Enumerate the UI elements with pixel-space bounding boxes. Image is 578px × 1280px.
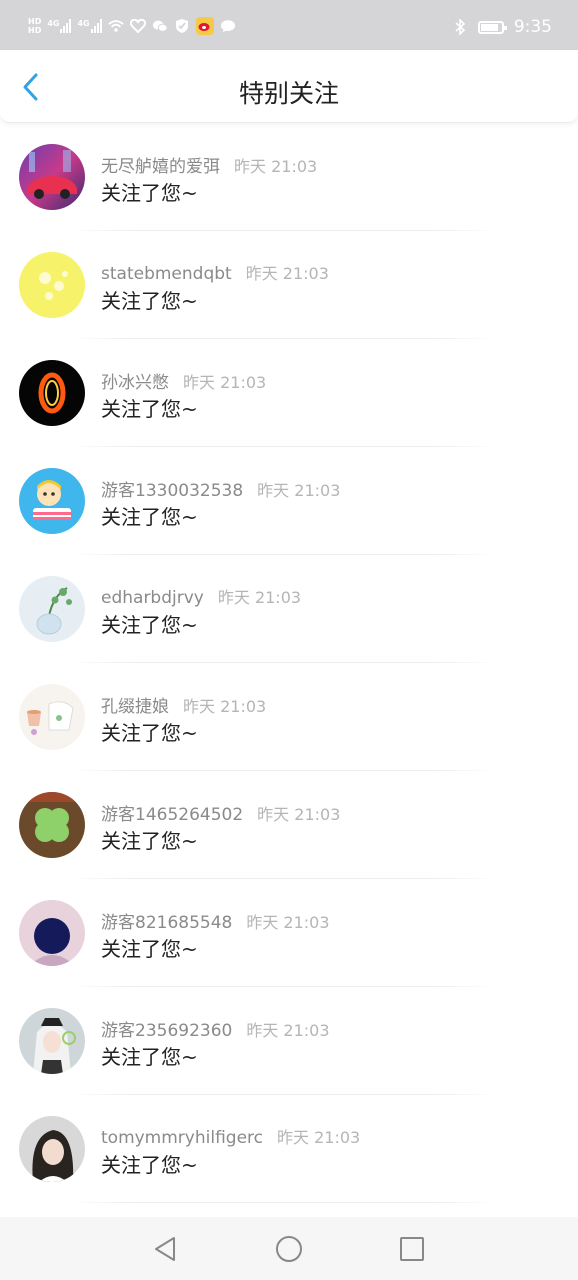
notification-item[interactable]: 游客235692360 昨天 21:03 关注了您~ (0, 987, 578, 1095)
notification-message: 关注了您~ (101, 397, 198, 421)
nav-home-button[interactable] (275, 1235, 303, 1263)
notification-message: 关注了您~ (101, 1045, 198, 1069)
timestamp: 昨天 21:03 (217, 588, 302, 607)
timestamp: 昨天 21:03 (246, 1021, 330, 1040)
signal-2: 4G (77, 19, 102, 33)
heart-app-icon (129, 18, 146, 34)
home-circle-icon (276, 1236, 302, 1262)
timestamp: 昨天 21:03 (245, 264, 329, 283)
recents-square-icon (400, 1237, 424, 1261)
signal-icon (90, 19, 102, 33)
hd-label: HD (28, 17, 42, 26)
page-title: 特别关注 (238, 79, 339, 108)
user-name[interactable]: 孔缀捷娘 (101, 697, 169, 717)
avatar[interactable] (19, 1116, 85, 1182)
status-bar: HD HD 4G 4G 9:35 (0, 0, 578, 50)
notification-list: 无尽舻嬉的爱弭 昨天 21:03 关注了您~ statebmendqbt 昨天 21:0… (0, 123, 578, 1203)
signal-icon (60, 19, 72, 33)
status-bar-right: 9:35 (452, 17, 552, 37)
status-time: 9:35 (513, 17, 552, 37)
network-label: 4G (77, 19, 90, 28)
notification-meta: 无尽舻嬉的爱弭 昨天 21:03 (101, 152, 317, 177)
battery-fill (480, 23, 498, 31)
signal-1: 4G (47, 19, 72, 33)
notification-item[interactable]: edharbdjrvy 昨天 21:03 关注了您~ (0, 555, 578, 663)
bluetooth-icon (452, 19, 468, 35)
notification-message: 关注了您~ (101, 937, 198, 961)
notification-item[interactable]: 无尽舻嬉的爱弭 昨天 21:03 关注了您~ (0, 123, 578, 231)
message-icon (220, 18, 236, 34)
notification-meta: 游客1330032538 昨天 21:03 (101, 476, 340, 501)
user-name[interactable]: 游客235692360 (101, 1021, 232, 1041)
user-name[interactable]: 无尽舻嬉的爱弭 (101, 157, 220, 177)
timestamp: 昨天 21:03 (246, 913, 330, 932)
wechat-icon (152, 18, 168, 34)
avatar[interactable] (19, 360, 85, 426)
avatar[interactable] (19, 576, 85, 642)
avatar[interactable] (19, 252, 85, 318)
notification-meta: edharbdjrvy 昨天 21:03 (101, 584, 301, 608)
notification-item[interactable]: 游客821685548 昨天 21:03 关注了您~ (0, 879, 578, 987)
timestamp: 昨天 21:03 (234, 157, 318, 176)
weibo-icon (195, 17, 214, 35)
avatar[interactable] (19, 684, 85, 750)
notification-meta: statebmendqbt 昨天 21:03 (101, 260, 329, 284)
notification-message: 关注了您~ (101, 505, 198, 529)
system-nav-bar (0, 1217, 578, 1280)
user-name[interactable]: edharbdjrvy (101, 588, 204, 608)
notification-item[interactable]: 游客1330032538 昨天 21:03 关注了您~ (0, 447, 578, 555)
app-header: 特别关注 (0, 50, 578, 123)
user-name[interactable]: 游客1330032538 (101, 481, 243, 501)
hd-indicator: HD HD (28, 17, 41, 35)
timestamp: 昨天 21:03 (277, 1128, 361, 1147)
notification-message: 关注了您~ (101, 181, 198, 205)
notification-meta: 游客1465264502 昨天 21:03 (101, 800, 340, 825)
timestamp: 昨天 21:03 (257, 805, 341, 824)
avatar[interactable] (19, 792, 85, 858)
shield-icon (174, 18, 190, 34)
nav-recents-button[interactable] (398, 1235, 426, 1263)
notification-meta: 游客235692360 昨天 21:03 (101, 1016, 330, 1041)
notification-item[interactable]: 游客1465264502 昨天 21:03 关注了您~ (0, 771, 578, 879)
avatar[interactable] (19, 144, 85, 210)
timestamp: 昨天 21:03 (183, 373, 267, 392)
user-name[interactable]: tomymmryhilfigerc (101, 1128, 263, 1148)
hd-label: HD (28, 26, 42, 35)
notification-message: 关注了您~ (101, 289, 198, 313)
network-label: 4G (47, 19, 60, 28)
battery-icon (477, 20, 507, 34)
user-name[interactable]: 游客1465264502 (101, 805, 243, 825)
notification-item[interactable]: 孔缀捷娘 昨天 21:03 关注了您~ (0, 663, 578, 771)
user-name[interactable]: statebmendqbt (101, 264, 232, 284)
avatar[interactable] (19, 1008, 85, 1074)
status-bar-left: HD HD 4G 4G (28, 17, 236, 35)
wifi-icon (107, 18, 124, 34)
notification-message: 关注了您~ (101, 613, 198, 637)
notification-message: 关注了您~ (101, 1153, 198, 1177)
notification-meta: tomymmryhilfigerc 昨天 21:03 (101, 1124, 360, 1148)
notification-message: 关注了您~ (101, 721, 198, 745)
back-triangle-icon (155, 1237, 175, 1261)
avatar[interactable] (19, 468, 85, 534)
notification-meta: 孔缀捷娘 昨天 21:03 (101, 692, 266, 717)
user-name[interactable]: 孙冰兴憋 (101, 373, 169, 393)
notification-item[interactable]: 孙冰兴憋 昨天 21:03 关注了您~ (0, 339, 578, 447)
notification-meta: 孙冰兴憋 昨天 21:03 (101, 368, 266, 393)
timestamp: 昨天 21:03 (183, 697, 267, 716)
notification-item[interactable]: statebmendqbt 昨天 21:03 关注了您~ (0, 231, 578, 339)
timestamp: 昨天 21:03 (257, 481, 341, 500)
notification-message: 关注了您~ (101, 829, 198, 853)
notification-meta: 游客821685548 昨天 21:03 (101, 908, 330, 933)
notification-item[interactable]: tomymmryhilfigerc 昨天 21:03 关注了您~ (0, 1095, 578, 1203)
user-name[interactable]: 游客821685548 (101, 913, 232, 933)
avatar[interactable] (19, 900, 85, 966)
nav-back-button[interactable] (152, 1235, 180, 1263)
